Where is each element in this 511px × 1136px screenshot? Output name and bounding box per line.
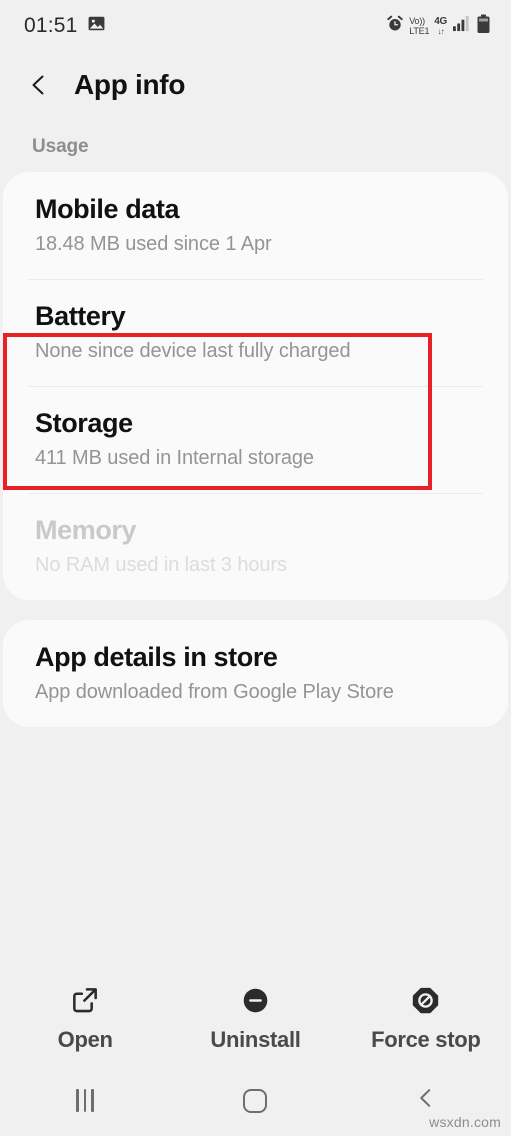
- open-button[interactable]: Open: [0, 983, 170, 1053]
- pref-row-memory: Memory No RAM used in last 3 hours: [3, 493, 508, 600]
- nav-recents-button[interactable]: [0, 1089, 170, 1112]
- pref-row-battery[interactable]: Battery None since device last fully cha…: [3, 279, 508, 386]
- pref-row-mobile-data[interactable]: Mobile data 18.48 MB used since 1 Apr: [3, 172, 508, 279]
- status-clock: 01:51: [24, 14, 78, 37]
- back-chevron-icon: [415, 1087, 437, 1114]
- battery-icon: [476, 14, 491, 39]
- pref-title: Storage: [35, 408, 133, 439]
- store-card: App details in store App downloaded from…: [3, 620, 508, 728]
- pref-subtitle: 411 MB used in Internal storage: [35, 447, 314, 470]
- alarm-icon: [386, 15, 404, 38]
- recents-icon: [76, 1089, 94, 1112]
- home-square-icon: [243, 1088, 268, 1113]
- app-bar: App info: [0, 52, 511, 118]
- network-type-label: 4G: [434, 15, 447, 27]
- action-label: Force stop: [371, 1027, 481, 1052]
- volte-bottom-label: LTE1: [409, 25, 430, 36]
- page-title: App info: [74, 69, 186, 100]
- status-bar-right: Vo)) LTE1 4G ↓↑: [386, 0, 491, 52]
- pref-subtitle: 18.48 MB used since 1 Apr: [35, 233, 272, 256]
- pref-row-app-details-in-store[interactable]: App details in store App downloaded from…: [3, 620, 508, 727]
- nav-back-button[interactable]: [341, 1087, 511, 1114]
- pref-title: App details in store: [35, 642, 278, 673]
- action-bar: Open Uninstall Force stop: [0, 971, 511, 1065]
- uninstall-button[interactable]: Uninstall: [170, 983, 340, 1053]
- nav-home-button[interactable]: [170, 1088, 340, 1113]
- usage-card: Mobile data 18.48 MB used since 1 Apr Ba…: [3, 172, 508, 601]
- pref-row-storage[interactable]: Storage 411 MB used in Internal storage: [3, 386, 508, 493]
- 4g-icon: 4G ↓↑: [434, 15, 447, 36]
- force-stop-button[interactable]: Force stop: [341, 983, 511, 1053]
- image-icon: [87, 14, 106, 38]
- action-label: Open: [57, 1027, 113, 1052]
- section-label-usage: Usage: [32, 136, 89, 157]
- network-arrows-label: ↓↑: [437, 26, 445, 36]
- pref-title: Mobile data: [35, 194, 180, 224]
- back-chevron-icon[interactable]: [26, 72, 52, 98]
- status-bar: 01:51 Vo)) LTE1 4G ↓↑: [0, 0, 511, 52]
- pref-title: Battery: [35, 301, 126, 332]
- pref-subtitle: App downloaded from Google Play Store: [35, 681, 394, 704]
- external-link-icon: [68, 983, 102, 1017]
- volte-icon: Vo)) LTE1: [409, 15, 430, 36]
- action-label: Uninstall: [210, 1027, 301, 1052]
- signal-icon: [452, 15, 471, 37]
- volte-top-label: Vo)): [409, 15, 425, 26]
- pref-subtitle: No RAM used in last 3 hours: [35, 554, 287, 577]
- pref-title: Memory: [35, 515, 137, 546]
- status-bar-left: 01:51: [24, 14, 106, 38]
- watermark: wsxdn.com: [429, 1114, 501, 1130]
- pref-subtitle: None since device last fully charged: [35, 340, 351, 363]
- minus-circle-icon: [238, 983, 272, 1017]
- prohibition-octagon-icon: [409, 983, 443, 1017]
